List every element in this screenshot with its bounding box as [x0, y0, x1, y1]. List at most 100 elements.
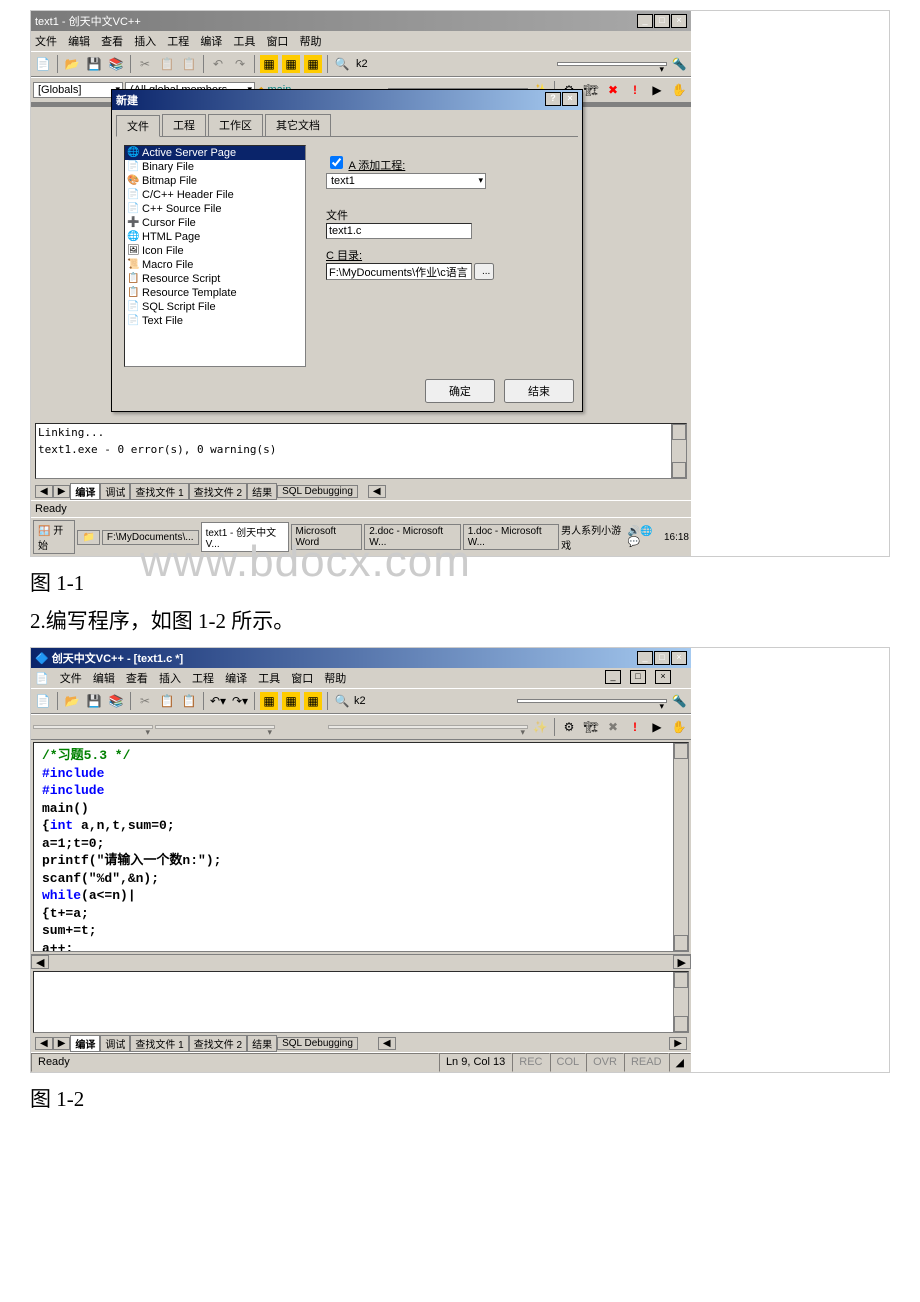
search-icon[interactable]: 🔦: [669, 691, 689, 711]
saveall-icon[interactable]: 📚: [106, 691, 126, 711]
menu-project[interactable]: 工程: [167, 36, 189, 48]
wand-icon[interactable]: ✨: [530, 717, 550, 737]
menu-build[interactable]: 编译: [200, 36, 222, 48]
output-tab[interactable]: 结果: [247, 1035, 277, 1052]
list-item[interactable]: Resource Script: [142, 273, 220, 285]
output-tab[interactable]: 结果: [247, 483, 277, 500]
list-item[interactable]: Macro File: [142, 259, 193, 271]
list-item[interactable]: SQL Script File: [142, 301, 216, 313]
dialog-close-icon[interactable]: ×: [562, 92, 578, 106]
menu-tools[interactable]: 工具: [258, 673, 280, 685]
quicklaunch-icon[interactable]: 📁: [77, 530, 99, 545]
scrollbar[interactable]: [671, 424, 686, 478]
output-tab[interactable]: SQL Debugging: [277, 1037, 358, 1050]
window-icon[interactable]: ▦: [303, 54, 323, 74]
menu-window[interactable]: 窗口: [266, 36, 288, 48]
output-tab[interactable]: 调试: [100, 483, 130, 500]
hscroll-icon[interactable]: ◀: [368, 485, 386, 498]
scrollbar[interactable]: [673, 743, 688, 951]
code-editor[interactable]: /*习题5.3 */#include#includemain(){int a,n…: [33, 742, 689, 952]
find-icon[interactable]: 🔍: [332, 54, 352, 74]
taskbar-item[interactable]: Microsoft Word: [291, 524, 363, 550]
break-icon[interactable]: ✋: [669, 717, 689, 737]
project-combo[interactable]: text1: [326, 173, 486, 189]
hscroll-icon[interactable]: ◀: [378, 1037, 396, 1050]
output-tab[interactable]: 查找文件 1: [130, 483, 188, 500]
list-item[interactable]: Binary File: [142, 161, 194, 173]
list-item[interactable]: Active Server Page: [142, 147, 236, 159]
copy-icon[interactable]: 📋: [157, 691, 177, 711]
redo-icon[interactable]: ↷▾: [230, 691, 250, 711]
menu-file[interactable]: 文件: [60, 673, 82, 685]
open-icon[interactable]: 📂: [62, 691, 82, 711]
redo-icon[interactable]: ↷: [230, 54, 250, 74]
output-tab[interactable]: 编译: [70, 483, 100, 500]
list-item[interactable]: Text File: [142, 315, 183, 327]
menu-view[interactable]: 查看: [126, 673, 148, 685]
output-icon[interactable]: ▦: [281, 691, 301, 711]
save-icon[interactable]: 💾: [84, 691, 104, 711]
go-icon[interactable]: ▶: [647, 80, 667, 100]
min-icon[interactable]: _: [637, 651, 653, 665]
open-icon[interactable]: 📂: [62, 54, 82, 74]
menu-help[interactable]: 帮助: [300, 36, 322, 48]
help-icon[interactable]: ?: [545, 92, 561, 106]
filter-combo[interactable]: [155, 725, 275, 729]
hscroll-icon[interactable]: ▶: [673, 955, 691, 969]
output-icon[interactable]: ▦: [281, 54, 301, 74]
list-item[interactable]: Resource Template: [142, 287, 237, 299]
execute-icon[interactable]: !: [625, 717, 645, 737]
list-item[interactable]: C/C++ Header File: [142, 189, 234, 201]
execute-icon[interactable]: !: [625, 80, 645, 100]
scope-combo[interactable]: [Globals]: [33, 82, 123, 98]
ok-button[interactable]: 确定: [425, 379, 495, 403]
workspace-icon[interactable]: ▦: [259, 691, 279, 711]
tab-nav-icon[interactable]: ▶: [53, 485, 71, 498]
hscroll-icon[interactable]: ▶: [669, 1037, 687, 1050]
output-tab[interactable]: 查找文件 1: [130, 1035, 188, 1052]
add-to-project-check[interactable]: A 添加工程:: [326, 153, 570, 173]
list-item[interactable]: Bitmap File: [142, 175, 197, 187]
cut-icon[interactable]: ✂: [135, 54, 155, 74]
func-combo[interactable]: [328, 725, 528, 729]
resize-grip-icon[interactable]: ◢: [669, 1053, 691, 1072]
list-item[interactable]: Icon File: [142, 245, 184, 257]
menu-file[interactable]: 文件: [35, 36, 57, 48]
new-icon[interactable]: 📄: [33, 691, 53, 711]
search-icon[interactable]: 🔦: [669, 54, 689, 74]
tab-nav-icon[interactable]: ▶: [53, 1037, 71, 1050]
paste-icon[interactable]: 📋: [179, 691, 199, 711]
menu-insert[interactable]: 插入: [134, 36, 156, 48]
close-icon[interactable]: ×: [671, 651, 687, 665]
tab-workspaces[interactable]: 工作区: [208, 114, 263, 136]
compile-icon[interactable]: ⚙: [559, 717, 579, 737]
save-icon[interactable]: 💾: [84, 54, 104, 74]
list-item[interactable]: C++ Source File: [142, 203, 221, 215]
browse-button[interactable]: ...: [474, 263, 494, 280]
menu-window[interactable]: 窗口: [291, 673, 313, 685]
scrollbar[interactable]: [673, 972, 688, 1032]
cut-icon[interactable]: ✂: [135, 691, 155, 711]
mdi-max-icon[interactable]: □: [630, 670, 646, 684]
undo-icon[interactable]: ↶▾: [208, 691, 228, 711]
build-icon[interactable]: 🏗: [581, 717, 601, 737]
stop-icon[interactable]: ✖: [603, 717, 623, 737]
mdi-min-icon[interactable]: _: [605, 670, 621, 684]
undo-icon[interactable]: ↶: [208, 54, 228, 74]
menu-edit[interactable]: 编辑: [68, 36, 90, 48]
tab-projects[interactable]: 工程: [162, 114, 206, 136]
list-item[interactable]: HTML Page: [142, 231, 200, 243]
max-icon[interactable]: □: [654, 14, 670, 28]
taskbar-item[interactable]: F:\MyDocuments\...: [102, 530, 199, 545]
build-icon[interactable]: 🏗: [581, 80, 601, 100]
output-tab[interactable]: 查找文件 2: [189, 483, 247, 500]
output-tab[interactable]: 编译: [70, 1035, 100, 1052]
window-icon[interactable]: ▦: [303, 691, 323, 711]
filetype-list[interactable]: 🌐Active Server Page 📄Binary File 🎨Bitmap…: [124, 145, 306, 367]
max-icon[interactable]: □: [654, 651, 670, 665]
find-combo[interactable]: [517, 699, 667, 703]
menu-build[interactable]: 编译: [225, 673, 247, 685]
menu-tools[interactable]: 工具: [233, 36, 255, 48]
menu-edit[interactable]: 编辑: [93, 673, 115, 685]
filename-input[interactable]: [326, 223, 472, 239]
